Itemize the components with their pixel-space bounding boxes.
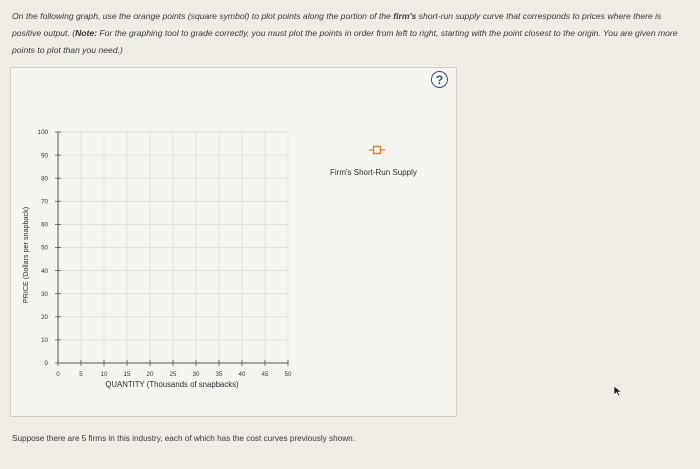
help-icon[interactable]: ? (431, 71, 448, 88)
graph-panel (10, 67, 457, 417)
bottom-text: Suppose there are 5 firms in this indust… (12, 434, 355, 443)
instructions: On the following graph, use the orange p… (12, 11, 678, 55)
legend-label: Firm's Short-Run Supply (330, 168, 417, 177)
mouse-cursor-icon (613, 385, 623, 397)
